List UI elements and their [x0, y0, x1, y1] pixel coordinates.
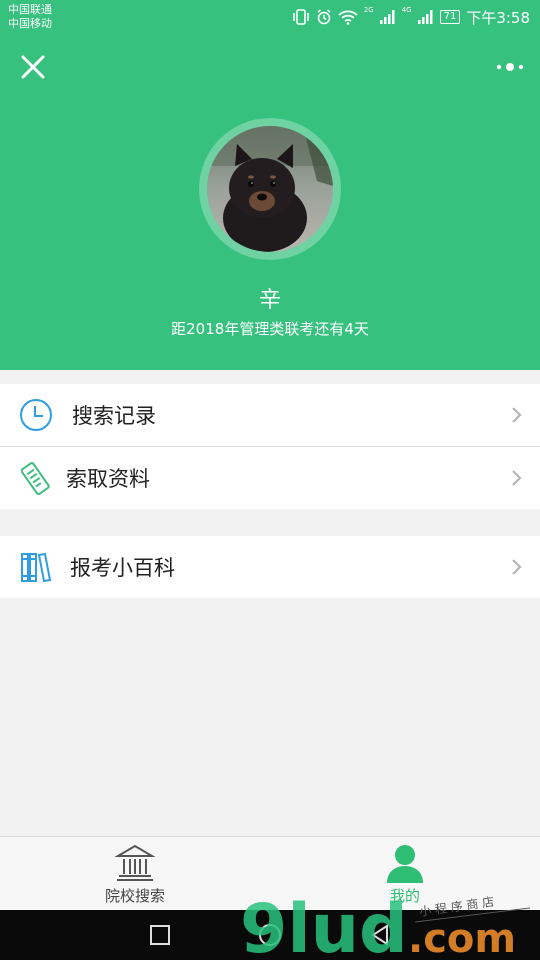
status-time: 下午3:58 [466, 8, 530, 27]
carrier-info: 中国联通 中国移动 [8, 3, 52, 31]
exam-countdown: 距2018年管理类联考还有4天 [171, 320, 369, 338]
user-icon [387, 845, 423, 883]
recent-apps-button[interactable] [145, 920, 175, 950]
chevron-right-icon [512, 407, 522, 423]
network-4g-label: 4G [401, 6, 412, 14]
menu-label-search-history: 搜索记录 [72, 404, 156, 428]
chevron-right-icon [512, 470, 522, 486]
avatar[interactable] [207, 126, 333, 252]
profile-header: 辛 距2018年管理类联考还有4天 [0, 34, 540, 370]
status-icons: 2G 4G 71 下午3:58 [292, 6, 530, 28]
wifi-icon [338, 10, 358, 25]
clock-icon [18, 397, 54, 433]
more-dots-icon [496, 63, 524, 71]
vibrate-icon [292, 9, 309, 25]
signal-icon-2 [417, 10, 433, 24]
menu-item-get-materials[interactable]: 索取资料 [0, 446, 540, 509]
menu-label-get-materials: 索取资料 [66, 467, 150, 491]
watermark-brand: 9lud [240, 890, 408, 960]
menu-label-exam-encyclopedia: 报考小百科 [70, 556, 175, 580]
books-icon [18, 549, 54, 585]
chevron-right-icon [512, 559, 522, 575]
tab-label-school-search: 院校搜索 [104, 887, 165, 905]
network-2g-label: 2G [363, 6, 374, 14]
menu-group-secondary: 报考小百科 [0, 536, 540, 598]
more-options-button[interactable] [490, 52, 530, 82]
watermark-logo: 9lud .com 小 程 序 商 店 [240, 890, 531, 960]
carrier-1: 中国联通 [8, 3, 52, 16]
institution-icon [115, 844, 155, 881]
menu-item-exam-encyclopedia[interactable]: 报考小百科 [0, 536, 540, 598]
status-bar: 中国联通 中国移动 2G 4G 71 下午3:58 [0, 0, 540, 34]
dog-photo [207, 126, 333, 252]
carrier-2: 中国移动 [8, 17, 52, 30]
tab-school-search[interactable]: 院校搜索 [0, 837, 270, 911]
watermark-domain: .com [408, 916, 516, 960]
battery-indicator: 71 [439, 10, 461, 24]
scroll-icon [18, 460, 54, 496]
menu-group-primary: 搜索记录 索取资料 [0, 384, 540, 509]
close-button[interactable] [14, 48, 52, 86]
close-icon [21, 55, 45, 79]
alarm-icon [317, 9, 331, 25]
avatar-ring [199, 118, 341, 260]
square-icon [150, 925, 170, 945]
menu-item-search-history[interactable]: 搜索记录 [0, 384, 540, 446]
signal-icon-1 [379, 10, 395, 24]
username: 辛 [258, 288, 281, 313]
